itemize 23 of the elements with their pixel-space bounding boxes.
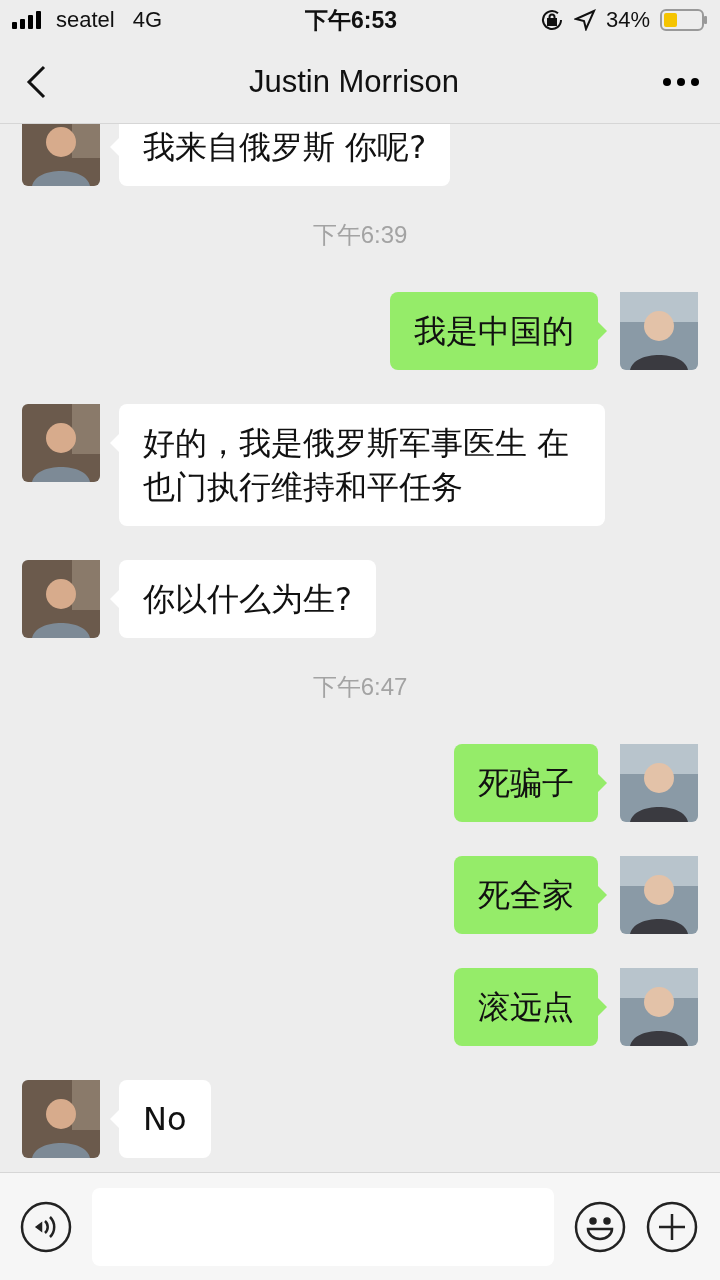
avatar[interactable]: [620, 744, 698, 822]
clock: 下午6:53: [305, 6, 398, 33]
timestamp: 下午6:39: [312, 220, 408, 250]
chat-title: Justin Morrison: [248, 63, 460, 100]
avatar[interactable]: [22, 1080, 100, 1158]
emoji-icon[interactable]: [574, 1200, 626, 1253]
location-icon: [573, 9, 596, 31]
more-icon[interactable]: [662, 76, 700, 87]
avatar[interactable]: [22, 560, 100, 638]
battery-icon: [660, 8, 708, 32]
avatar[interactable]: [22, 124, 100, 186]
add-icon[interactable]: [646, 1200, 698, 1253]
avatar[interactable]: [22, 404, 100, 482]
timestamp: 下午6:47: [312, 672, 408, 702]
avatar[interactable]: [620, 968, 698, 1046]
avatar[interactable]: [620, 856, 698, 934]
avatar[interactable]: [620, 292, 698, 370]
carrier-name: seatel: [56, 7, 115, 33]
rotation-lock-icon: [539, 8, 564, 32]
battery-percent: 34%: [605, 7, 650, 33]
voice-icon[interactable]: [20, 1200, 72, 1253]
back-icon[interactable]: [26, 64, 46, 99]
network-type: 4G: [132, 7, 163, 33]
